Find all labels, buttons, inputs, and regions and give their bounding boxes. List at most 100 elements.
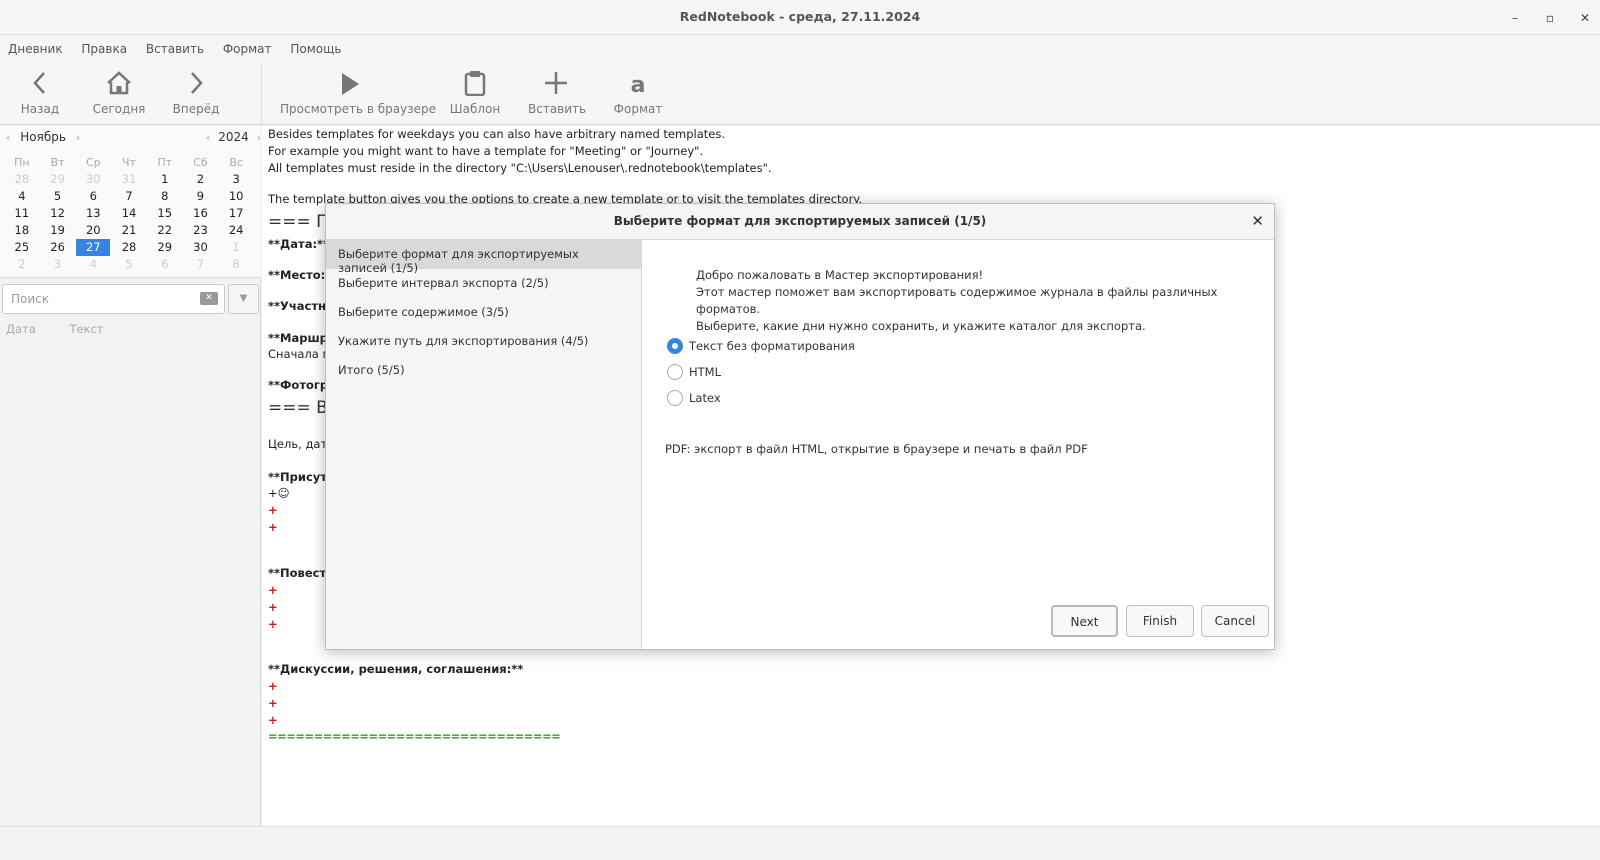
calendar-day[interactable]: 11	[4, 205, 40, 222]
editor-heading: === П	[268, 212, 329, 232]
editor-line: +	[268, 583, 278, 597]
calendar-day[interactable]: 5	[40, 188, 76, 205]
search-dropdown-button[interactable]: ▼	[228, 284, 259, 314]
calendar-day[interactable]: 21	[111, 222, 147, 239]
calendar-day[interactable]: 2	[4, 256, 40, 273]
calendar-day[interactable]: 23	[183, 222, 219, 239]
calendar-day[interactable]: 1	[218, 239, 254, 256]
prev-month-icon[interactable]: ‹	[6, 131, 10, 144]
maximize-button[interactable]: ▫	[1540, 8, 1560, 28]
menu-format[interactable]: Формат	[215, 36, 279, 56]
calendar-day[interactable]: 5	[111, 256, 147, 273]
intro-line: Выберите, какие дни нужно сохранить, и у…	[696, 319, 1146, 333]
radio-unchecked-icon[interactable]	[667, 364, 683, 380]
calendar-day[interactable]: 17	[218, 205, 254, 222]
calendar-day[interactable]: 4	[75, 256, 111, 273]
calendar-day-selected[interactable]: 27	[76, 239, 111, 256]
calendar-day[interactable]: 31	[111, 171, 147, 188]
calendar-day[interactable]: 20	[75, 222, 111, 239]
forward-button[interactable]: Вперёд	[170, 62, 222, 125]
format-button[interactable]: a Формат	[610, 62, 666, 125]
calendar-day[interactable]: 8	[147, 188, 183, 205]
search-input[interactable]: Поиск ✕	[2, 284, 225, 314]
calendar-day[interactable]: 28	[111, 239, 147, 256]
calendar-day[interactable]: 6	[147, 256, 183, 273]
window-title: RedNotebook - среда, 27.11.2024	[679, 9, 921, 24]
calendar-day[interactable]: 14	[111, 205, 147, 222]
calendar-day[interactable]: 6	[75, 188, 111, 205]
radio-unchecked-icon[interactable]	[667, 390, 683, 406]
clear-search-icon[interactable]: ✕	[200, 292, 218, 305]
chevron-right-icon	[191, 72, 203, 94]
format-label: Формат	[613, 102, 663, 116]
calendar-day[interactable]: 2	[183, 171, 219, 188]
calendar-day[interactable]: 26	[40, 239, 76, 256]
calendar-day[interactable]: 10	[218, 188, 254, 205]
editor-line: **Присутс	[268, 470, 334, 484]
calendar-day[interactable]: 19	[40, 222, 76, 239]
calendar-day[interactable]: 15	[147, 205, 183, 222]
calendar-day[interactable]: 30	[183, 239, 219, 256]
next-button[interactable]: Next	[1051, 605, 1118, 637]
cancel-button[interactable]: Cancel	[1201, 605, 1269, 637]
radio-label: Текст без форматирования	[689, 339, 855, 353]
editor-line: +	[268, 520, 278, 534]
calendar-day[interactable]: 22	[147, 222, 183, 239]
calendar-day[interactable]: 1	[147, 171, 183, 188]
minimize-button[interactable]: –	[1505, 8, 1525, 28]
calendar-day[interactable]: 3	[40, 256, 76, 273]
calendar-week-row: 28 29 30 31 1 2 3	[4, 171, 254, 188]
calendar-day[interactable]: 29	[147, 239, 183, 256]
calendar-day[interactable]: 28	[4, 171, 40, 188]
template-button[interactable]: Шаблон	[448, 62, 502, 125]
dialog-title: Выберите формат для экспортируемых запис…	[613, 214, 987, 228]
menu-edit[interactable]: Правка	[73, 36, 134, 56]
today-button[interactable]: Сегодня	[88, 62, 150, 125]
editor-line: +	[268, 503, 278, 517]
calendar-day[interactable]: 9	[183, 188, 219, 205]
radio-checked-icon[interactable]	[667, 338, 683, 354]
menu-help[interactable]: Помощь	[282, 36, 348, 56]
calendar-day[interactable]: 12	[40, 205, 76, 222]
menu-insert[interactable]: Вставить	[138, 36, 211, 56]
editor-line: +	[268, 617, 278, 631]
finish-button[interactable]: Finish	[1126, 605, 1194, 637]
calendar-day[interactable]: 8	[218, 256, 254, 273]
calendar-day[interactable]: 29	[40, 171, 76, 188]
column-text[interactable]: Текст	[69, 322, 103, 336]
format-radio-latex[interactable]: Latex	[667, 390, 721, 406]
weekday-label: Пт	[157, 156, 173, 169]
calendar-day[interactable]: 30	[75, 171, 111, 188]
wizard-content: Добро пожаловать в Мастер экспортировани…	[643, 240, 1274, 649]
wizard-step-path: Укажите путь для экспортирования (4/5)	[338, 334, 589, 348]
radio-label: Latex	[689, 391, 721, 405]
heading-text: === П	[268, 212, 329, 232]
calendar-day[interactable]: 18	[4, 222, 40, 239]
dialog-close-icon[interactable]: ✕	[1251, 212, 1264, 230]
calendar-day[interactable]: 3	[218, 171, 254, 188]
column-date[interactable]: Дата	[6, 322, 36, 336]
calendar-week-row: 11 12 13 14 15 16 17	[4, 205, 254, 222]
close-button[interactable]: ✕	[1575, 8, 1595, 28]
calendar-day[interactable]: 4	[4, 188, 40, 205]
next-year-icon[interactable]: ›	[257, 131, 261, 144]
format-radio-html[interactable]: HTML	[667, 364, 721, 380]
prev-year-icon[interactable]: ‹	[206, 131, 210, 144]
weekday-label: Вс	[229, 156, 243, 169]
calendar-day[interactable]: 24	[218, 222, 254, 239]
format-radio-plaintext[interactable]: Текст без форматирования	[667, 338, 855, 354]
insert-button[interactable]: Вставить	[528, 62, 586, 125]
search-placeholder: Поиск	[11, 292, 50, 306]
calendar-day[interactable]: 7	[183, 256, 219, 273]
editor-line: +	[268, 600, 278, 614]
next-month-icon[interactable]: ›	[76, 131, 80, 144]
back-button[interactable]: Назад	[14, 62, 66, 125]
menu-journal[interactable]: Дневник	[0, 36, 70, 56]
toolbar-separator	[261, 62, 262, 125]
editor-line: Besides templates for weekdays you can a…	[268, 127, 725, 141]
preview-button[interactable]: Просмотреть в браузере	[280, 62, 436, 125]
calendar-day[interactable]: 25	[4, 239, 40, 256]
calendar-day[interactable]: 7	[111, 188, 147, 205]
calendar-day[interactable]: 16	[183, 205, 219, 222]
calendar-day[interactable]: 13	[75, 205, 111, 222]
